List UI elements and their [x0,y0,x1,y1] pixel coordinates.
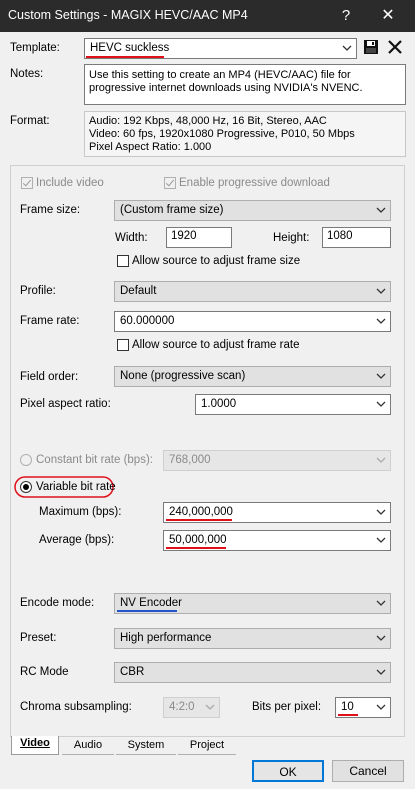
constant-bitrate-radio[interactable] [20,454,32,466]
field-order-value: None (progressive scan) [120,370,246,382]
chevron-down-icon [376,669,386,675]
field-order-label: Field order: [20,371,79,383]
chevron-down-icon [376,288,386,294]
profile-dropdown[interactable]: Default [114,281,391,302]
tab-video[interactable]: Video [11,736,59,755]
frame-size-label: Frame size: [20,204,81,216]
save-icon[interactable] [363,39,379,55]
template-value: HEVC suckless [90,42,170,54]
include-video-label: Include video [36,177,104,189]
profile-value: Default [120,285,157,297]
rc-mode-value: CBR [120,666,145,678]
frame-size-dropdown[interactable]: (Custom frame size) [114,200,391,221]
height-label: Height: [273,232,310,244]
average-annotation-underline [166,547,226,549]
notes-textarea[interactable]: Use this setting to create an MP4 (HEVC/… [84,64,406,105]
allow-frame-rate-label: Allow source to adjust frame rate [132,339,300,351]
chevron-down-icon [376,509,386,515]
pixel-aspect-label: Pixel aspect ratio: [20,398,111,410]
allow-frame-size-label: Allow source to adjust frame size [132,255,301,267]
chevron-down-icon [376,401,386,407]
frame-rate-value: 60.000000 [120,315,175,327]
width-label: Width: [115,232,148,244]
chroma-value: 4:2:0 [169,701,195,713]
window-title: Custom Settings - MAGIX HEVC/AAC MP4 [8,8,248,22]
chevron-down-icon [376,457,386,463]
include-video-checkbox[interactable] [21,177,33,189]
frame-rate-combobox[interactable]: 60.000000 [114,311,391,332]
format-label: Format: [10,115,50,127]
close-button[interactable]: ✕ [368,3,408,29]
average-bps-value: 50,000,000 [169,534,227,546]
chevron-down-icon [342,45,352,51]
chroma-dropdown[interactable]: 4:2:0 [163,697,220,718]
help-button[interactable]: ? [334,5,358,27]
chevron-down-icon [376,635,386,641]
tab-audio[interactable]: Audio [62,738,114,755]
field-order-dropdown[interactable]: None (progressive scan) [114,366,391,387]
encode-mode-value: NV Encoder [120,597,183,609]
preset-label: Preset: [20,632,57,644]
progressive-download-label: Enable progressive download [179,177,330,189]
average-bps-label: Average (bps): [39,534,115,546]
constant-bitrate-label: Constant bit rate (bps): [36,454,153,466]
format-line-par: Pixel Aspect Ratio: 1.000 [89,141,212,153]
constant-bitrate-combobox[interactable]: 768,000 [163,450,391,471]
pixel-aspect-combobox[interactable]: 1.0000 [195,394,391,415]
height-input[interactable]: 1080 [322,227,391,248]
delete-icon[interactable] [387,39,403,55]
cancel-button[interactable]: Cancel [332,760,404,782]
bits-per-pixel-value: 10 [341,701,354,713]
chevron-down-icon [376,318,386,324]
maximum-bps-label: Maximum (bps): [39,506,122,518]
chevron-down-icon [376,207,386,213]
chevron-down-icon [376,537,386,543]
progressive-download-checkbox[interactable] [164,177,176,189]
bits-per-pixel-label: Bits per pixel: [252,701,322,713]
bits-annotation-underline [338,714,358,716]
chevron-down-icon [376,373,386,379]
constant-bitrate-value: 768,000 [169,454,211,466]
format-line-audio: Audio: 192 Kbps, 48,000 Hz, 16 Bit, Ster… [89,115,327,127]
frame-rate-label: Frame rate: [20,315,80,327]
format-summary: Audio: 192 Kbps, 48,000 Hz, 16 Bit, Ster… [84,111,406,157]
tab-system[interactable]: System [116,738,176,755]
variable-bitrate-radio[interactable] [20,481,32,493]
frame-size-value: (Custom frame size) [120,204,224,216]
template-annotation-underline [86,56,164,58]
ok-button[interactable]: OK [252,760,324,782]
maximum-annotation-underline [166,519,232,521]
allow-frame-size-checkbox[interactable] [117,255,129,267]
preset-dropdown[interactable]: High performance [114,628,391,649]
encode-mode-annotation-underline [117,610,177,612]
variable-bitrate-label: Variable bit rate [36,481,116,493]
allow-frame-rate-checkbox[interactable] [117,339,129,351]
chevron-down-icon [376,704,386,710]
pixel-aspect-value: 1.0000 [201,398,237,410]
title-bar: Custom Settings - MAGIX HEVC/AAC MP4 ? ✕ [0,0,415,32]
chroma-label: Chroma subsampling: [20,701,132,713]
maximum-bps-value: 240,000,000 [169,506,233,518]
width-input[interactable]: 1920 [166,227,232,248]
rc-mode-dropdown[interactable]: CBR [114,662,391,683]
template-label: Template: [10,42,60,54]
format-line-video: Video: 60 fps, 1920x1080 Progressive, P0… [89,128,355,140]
preset-value: High performance [120,632,212,644]
chevron-down-icon [376,600,386,606]
encode-mode-label: Encode mode: [20,597,95,609]
chevron-down-icon [205,704,215,710]
profile-label: Profile: [20,285,56,297]
notes-label: Notes: [10,68,44,80]
tab-project[interactable]: Project [178,738,236,755]
rc-mode-label: RC Mode [20,666,69,678]
